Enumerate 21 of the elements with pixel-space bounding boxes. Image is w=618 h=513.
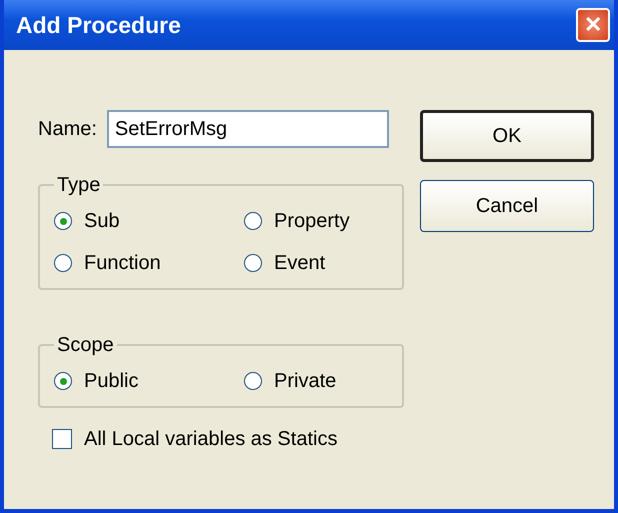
radio-label: Event [274,251,326,276]
field-label: Name: [38,117,97,142]
radio-label: Private [274,369,336,394]
radio-label: Sub [84,209,120,234]
radio-button[interactable] [244,372,262,390]
radio-button[interactable] [54,254,72,272]
radio-button[interactable] [244,212,262,230]
dialog-button[interactable]: OK [420,110,594,162]
radio-button[interactable] [244,254,262,272]
radio-label: Property [274,209,350,234]
radio-label: Public [84,369,138,394]
window-title: Add Procedure [16,10,181,40]
radio-button[interactable] [54,212,72,230]
checkbox[interactable] [52,429,72,449]
radio-button[interactable] [54,372,72,390]
dialog-button[interactable]: Cancel [420,180,594,232]
group-title: Scope [56,333,115,358]
name-field[interactable]: SetErrorMsg [106,110,389,148]
radio-label: Function [84,251,161,276]
group-title: Type [56,173,102,198]
checkbox-label: All Local variables as Statics [84,427,338,452]
